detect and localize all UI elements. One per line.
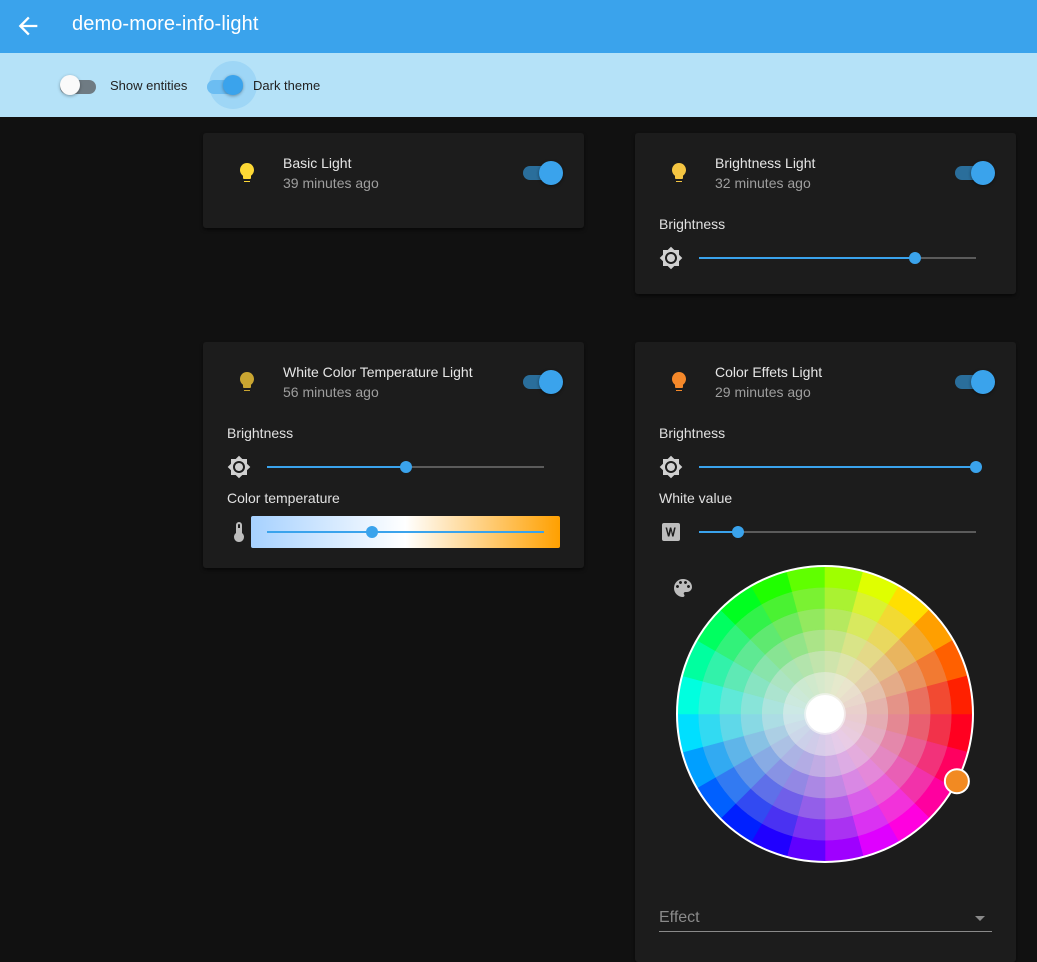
- last-changed: 39 minutes ago: [283, 175, 379, 191]
- color-wheel-segment: [697, 713, 724, 748]
- color-temperature-label: Color temperature: [227, 490, 340, 506]
- white-value-label: White value: [659, 490, 733, 506]
- entity-name[interactable]: White Color Temperature Light: [283, 364, 473, 380]
- white-temp-light-toggle[interactable]: [523, 370, 563, 394]
- color-wheel-segment: [926, 713, 953, 748]
- color-wheel-segment: [697, 680, 724, 715]
- color-wheel[interactable]: [673, 562, 977, 866]
- last-changed: 29 minutes ago: [715, 384, 811, 400]
- brightness-icon: [227, 455, 251, 479]
- white-value-slider[interactable]: [699, 520, 976, 544]
- last-changed: 56 minutes ago: [283, 384, 379, 400]
- color-wheel-segment: [791, 586, 826, 613]
- show-entities-toggle[interactable]: [60, 73, 100, 97]
- white-value-icon: [662, 523, 680, 541]
- basic-light-card: Basic Light 39 minutes ago: [203, 133, 584, 228]
- white-temp-light-card: White Color Temperature Light 56 minutes…: [203, 342, 584, 568]
- lightbulb-icon: [240, 163, 254, 182]
- show-entities-label: Show entities: [110, 78, 188, 93]
- app-header: demo-more-info-light: [0, 0, 1037, 53]
- lightbulb-icon: [672, 163, 686, 182]
- effect-dropdown-label[interactable]: Effect: [659, 909, 700, 927]
- effect-dropdown-underline: [659, 931, 992, 932]
- chevron-down-icon[interactable]: [975, 916, 985, 921]
- dark-theme-label: Dark theme: [253, 78, 321, 93]
- color-temperature-slider[interactable]: [251, 516, 560, 548]
- brightness-slider[interactable]: [267, 455, 544, 479]
- lightbulb-icon: [672, 372, 686, 391]
- brightness-slider[interactable]: [699, 455, 982, 479]
- demo-toolbar: Show entities Dark theme: [0, 53, 1037, 117]
- brightness-icon: [659, 246, 683, 270]
- lightbulb-icon: [240, 372, 254, 391]
- color-effects-light-card: Color Effets Light 29 minutes ago Bright…: [635, 342, 1016, 962]
- brightness-slider[interactable]: [699, 246, 976, 270]
- color-wheel-center: [805, 694, 845, 734]
- color-wheel-marker: [943, 768, 970, 795]
- color-wheel-segment: [824, 815, 859, 842]
- color-effects-light-toggle[interactable]: [955, 370, 995, 394]
- back-arrow-icon[interactable]: [14, 12, 42, 40]
- brightness-light-toggle[interactable]: [955, 161, 995, 185]
- brightness-light-card: Brightness Light 32 minutes ago Brightne…: [635, 133, 1016, 294]
- color-wheel-segment: [926, 680, 953, 715]
- entity-name[interactable]: Basic Light: [283, 155, 351, 171]
- dark-theme-toggle[interactable]: [207, 73, 247, 97]
- brightness-label: Brightness: [227, 425, 294, 441]
- brightness-label: Brightness: [659, 425, 726, 441]
- brightness-icon: [659, 455, 683, 479]
- last-changed: 32 minutes ago: [715, 175, 811, 191]
- color-wheel-segment: [791, 815, 826, 842]
- entity-name[interactable]: Brightness Light: [715, 155, 815, 171]
- color-wheel-segment: [824, 586, 859, 613]
- page-title: demo-more-info-light: [72, 13, 259, 35]
- brightness-label: Brightness: [659, 216, 726, 232]
- basic-light-toggle[interactable]: [523, 161, 563, 185]
- thermometer-icon: [234, 522, 244, 542]
- entity-name[interactable]: Color Effets Light: [715, 364, 822, 380]
